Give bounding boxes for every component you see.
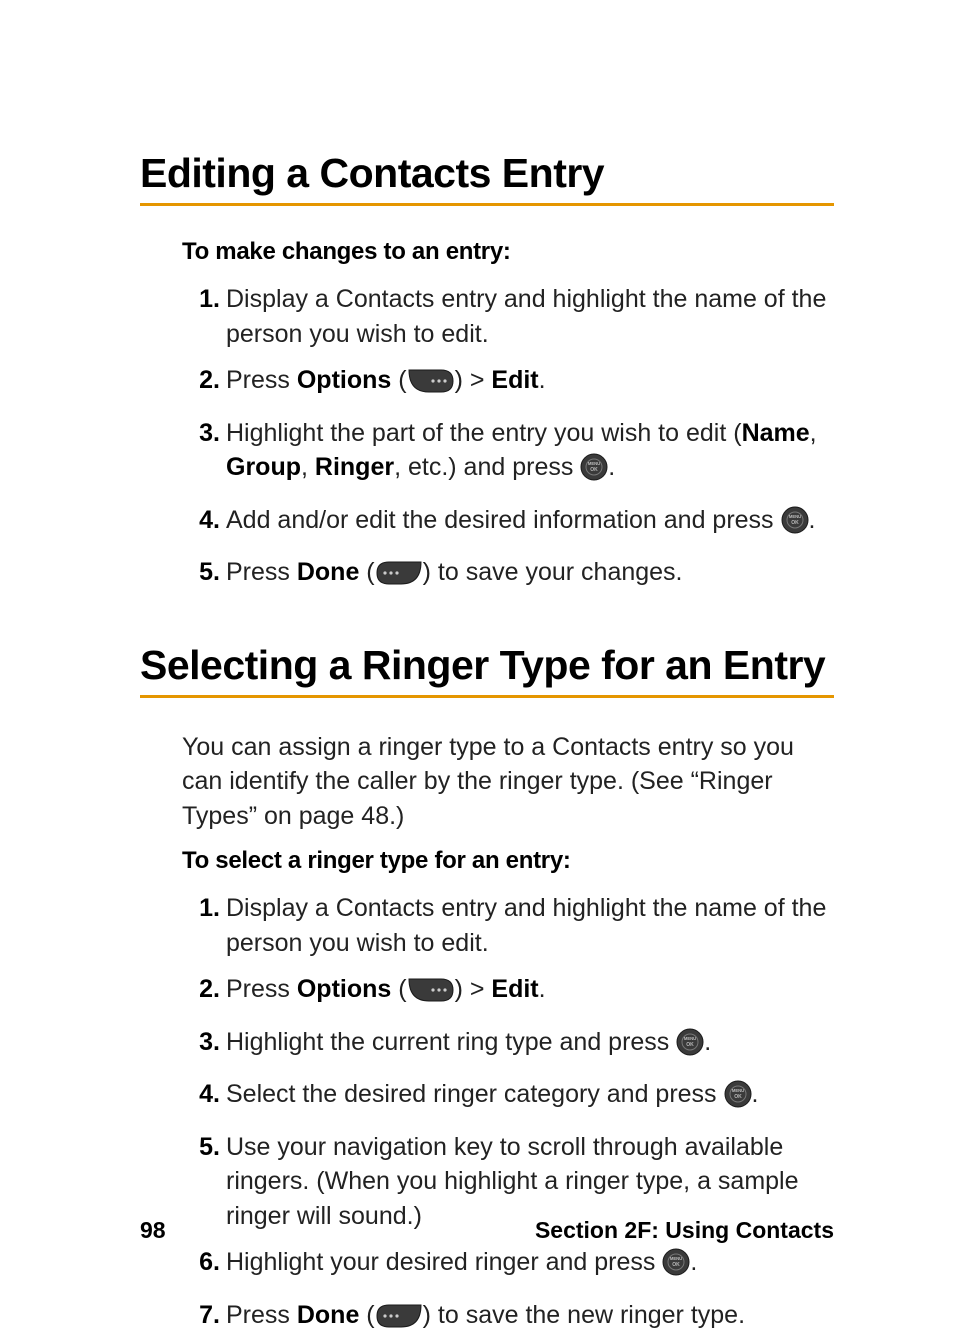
step-text: ( bbox=[359, 1301, 374, 1329]
step-text: Highlight your desired ringer and press bbox=[226, 1248, 662, 1276]
step-number: 3. bbox=[182, 1025, 220, 1060]
step-text: ( bbox=[359, 558, 374, 586]
step-1-4: 4. Add and/or edit the desired informati… bbox=[226, 503, 834, 544]
step-text: ) to save the new ringer type. bbox=[423, 1301, 745, 1329]
heading-selecting-ringer: Selecting a Ringer Type for an Entry bbox=[140, 642, 834, 689]
leadin-2: To select a ringer type for an entry: bbox=[182, 847, 834, 875]
heading-rule bbox=[140, 203, 834, 206]
step-text: ( bbox=[391, 975, 406, 1003]
softkey-right-icon bbox=[407, 977, 455, 1013]
step-text: Display a Contacts entry and highlight t… bbox=[226, 894, 826, 957]
step-text: ) > bbox=[455, 975, 492, 1003]
label-group: Group bbox=[226, 453, 301, 481]
step-number: 3. bbox=[182, 416, 220, 451]
step-text: . bbox=[539, 975, 546, 1003]
step-text: Select the desired ringer category and p… bbox=[226, 1080, 724, 1108]
step-number: 1. bbox=[182, 282, 220, 317]
label-options: Options bbox=[297, 975, 391, 1003]
step-text: . bbox=[752, 1080, 759, 1108]
step-number: 5. bbox=[182, 1130, 220, 1165]
step-text: Press bbox=[226, 366, 297, 394]
step-text: , etc.) and press bbox=[394, 453, 580, 481]
menu-ok-icon bbox=[662, 1248, 690, 1286]
page: Editing a Contacts Entry To make changes… bbox=[0, 0, 954, 1336]
step-1-1: 1. Display a Contacts entry and highligh… bbox=[226, 282, 834, 351]
step-text: Press bbox=[226, 1301, 297, 1329]
step-text: ) to save your changes. bbox=[423, 558, 683, 586]
step-text: . bbox=[608, 453, 615, 481]
step-number: 1. bbox=[182, 891, 220, 926]
section-label: Section 2F: Using Contacts bbox=[535, 1217, 834, 1244]
step-2-6: 6. Highlight your desired ringer and pre… bbox=[226, 1245, 834, 1286]
step-number: 4. bbox=[182, 1077, 220, 1112]
step-text: Press bbox=[226, 975, 297, 1003]
step-2-7: 7. Press Done () to save the new ringer … bbox=[226, 1298, 834, 1338]
label-edit: Edit bbox=[491, 975, 538, 1003]
menu-ok-icon bbox=[580, 453, 608, 491]
step-text: Highlight the part of the entry you wish… bbox=[226, 419, 742, 447]
step-1-5: 5. Press Done () to save your changes. bbox=[226, 555, 834, 596]
step-text: ( bbox=[391, 366, 406, 394]
label-name: Name bbox=[742, 419, 810, 447]
page-footer: 98 Section 2F: Using Contacts bbox=[140, 1217, 834, 1244]
step-1-3: 3. Highlight the part of the entry you w… bbox=[226, 416, 834, 491]
step-number: 7. bbox=[182, 1298, 220, 1333]
softkey-left-icon bbox=[375, 560, 423, 596]
softkey-right-icon bbox=[407, 368, 455, 404]
label-done: Done bbox=[297, 1301, 360, 1329]
step-text: Use your navigation key to scroll throug… bbox=[226, 1133, 799, 1230]
step-text: Display a Contacts entry and highlight t… bbox=[226, 285, 826, 348]
leadin-1: To make changes to an entry: bbox=[182, 238, 834, 266]
step-2-4: 4. Select the desired ringer category an… bbox=[226, 1077, 834, 1118]
softkey-left-icon bbox=[375, 1303, 423, 1338]
step-number: 5. bbox=[182, 555, 220, 590]
step-text: , bbox=[301, 453, 315, 481]
menu-ok-icon bbox=[781, 506, 809, 544]
step-number: 2. bbox=[182, 363, 220, 398]
step-2-2: 2. Press Options () > Edit. bbox=[226, 972, 834, 1013]
heading-rule bbox=[140, 695, 834, 698]
step-text: ) > bbox=[455, 366, 492, 394]
step-2-1: 1. Display a Contacts entry and highligh… bbox=[226, 891, 834, 960]
step-text: . bbox=[539, 366, 546, 394]
step-1-2: 2. Press Options () > Edit. bbox=[226, 363, 834, 404]
label-ringer: Ringer bbox=[315, 453, 394, 481]
step-text: Press bbox=[226, 558, 297, 586]
step-2-3: 3. Highlight the current ring type and p… bbox=[226, 1025, 834, 1066]
menu-ok-icon bbox=[676, 1028, 704, 1066]
label-edit: Edit bbox=[491, 366, 538, 394]
step-number: 6. bbox=[182, 1245, 220, 1280]
heading-editing-contacts: Editing a Contacts Entry bbox=[140, 150, 834, 197]
page-number: 98 bbox=[140, 1217, 166, 1244]
steps-list-2: 1. Display a Contacts entry and highligh… bbox=[140, 891, 834, 1338]
step-text: . bbox=[690, 1248, 697, 1276]
steps-list-1: 1. Display a Contacts entry and highligh… bbox=[140, 282, 834, 596]
label-done: Done bbox=[297, 558, 360, 586]
step-text: . bbox=[704, 1028, 711, 1056]
step-text: , bbox=[810, 419, 817, 447]
step-text: Highlight the current ring type and pres… bbox=[226, 1028, 676, 1056]
step-text: . bbox=[809, 506, 816, 534]
label-options: Options bbox=[297, 366, 391, 394]
step-number: 4. bbox=[182, 503, 220, 538]
menu-ok-icon bbox=[724, 1080, 752, 1118]
body-paragraph: You can assign a ringer type to a Contac… bbox=[182, 730, 834, 834]
step-number: 2. bbox=[182, 972, 220, 1007]
step-text: Add and/or edit the desired information … bbox=[226, 506, 781, 534]
